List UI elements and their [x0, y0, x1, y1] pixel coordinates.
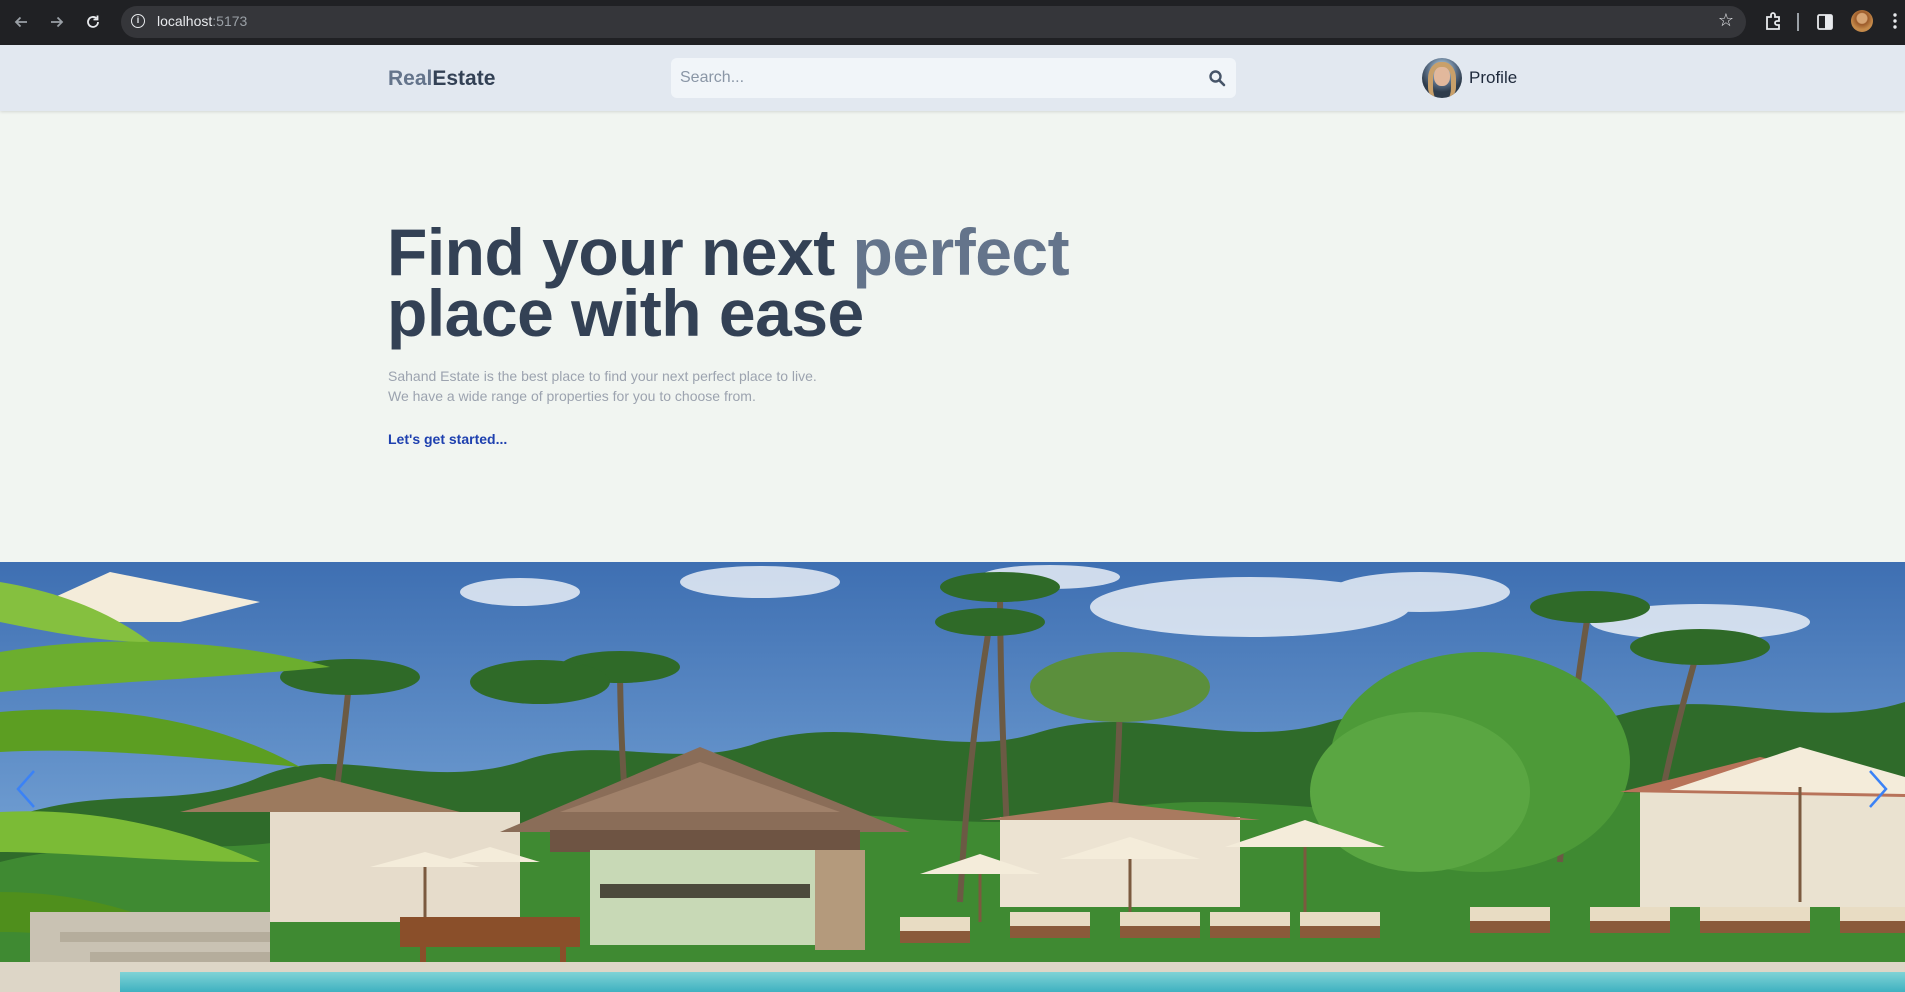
hero-title: Find your next perfect place with ease: [387, 219, 1070, 346]
forward-arrow-icon[interactable]: [45, 10, 69, 34]
url-text: localhost:5173: [157, 13, 248, 29]
chevron-right-icon[interactable]: [1866, 767, 1890, 811]
browser-profile-avatar[interactable]: [1851, 10, 1873, 32]
hero-description-line1: Sahand Estate is the best place to find …: [388, 368, 817, 384]
image-slider[interactable]: [0, 562, 1905, 992]
chevron-left-icon[interactable]: [14, 767, 38, 811]
browser-menu-icon[interactable]: [1893, 12, 1897, 32]
browser-toolbar: i localhost:5173 ☆: [0, 0, 1905, 45]
toolbar-divider: [1797, 13, 1799, 31]
logo-part-estate: Estate: [432, 67, 496, 90]
profile-label: Profile: [1469, 68, 1518, 87]
back-arrow-icon[interactable]: [9, 10, 33, 34]
resort-photo: [0, 562, 1905, 992]
hero-title-accent: perfect: [852, 215, 1070, 289]
hero-title-line2: place with ease: [387, 276, 864, 350]
side-panel-icon[interactable]: [1814, 11, 1836, 33]
bookmark-star-icon[interactable]: ☆: [1718, 10, 1734, 31]
search-icon[interactable]: [1208, 69, 1226, 87]
site-info-icon[interactable]: i: [131, 14, 145, 28]
site-header: RealEstate Profile: [0, 45, 1905, 111]
site-logo[interactable]: RealEstate: [388, 67, 495, 91]
hero-description: Sahand Estate is the best place to find …: [388, 366, 817, 406]
extensions-icon[interactable]: [1762, 11, 1784, 33]
search-form: [671, 58, 1236, 98]
avatar[interactable]: [1422, 58, 1462, 98]
profile-link[interactable]: Profile: [1422, 57, 1517, 99]
search-input[interactable]: [671, 58, 1191, 98]
logo-part-real: Real: [388, 67, 433, 90]
hero-description-line2: We have a wide range of properties for y…: [388, 388, 756, 404]
address-bar[interactable]: i localhost:5173 ☆: [121, 6, 1746, 38]
reload-icon[interactable]: [81, 10, 105, 34]
get-started-link[interactable]: Let's get started...: [388, 431, 507, 447]
